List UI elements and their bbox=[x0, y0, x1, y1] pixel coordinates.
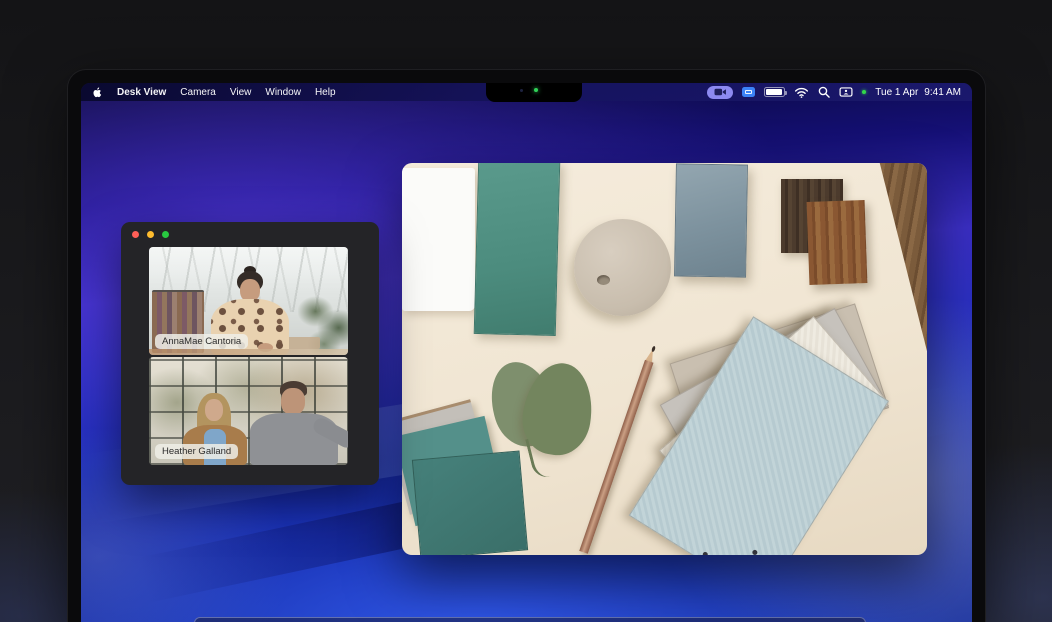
desktop-setup-photo: Desk View Camera View Window Help bbox=[0, 0, 1052, 622]
zoom-button[interactable] bbox=[162, 231, 169, 238]
face bbox=[281, 388, 305, 415]
apple-menu-icon[interactable] bbox=[92, 87, 103, 98]
swatch-grommet bbox=[702, 551, 709, 555]
video-tile-heather[interactable]: Heather Galland bbox=[149, 357, 348, 465]
wifi-icon[interactable] bbox=[794, 87, 809, 98]
menu-bar-status-items: Tue 1 Apr 9:41 AM bbox=[707, 86, 961, 99]
pencil-body bbox=[579, 360, 653, 554]
white-paper bbox=[402, 168, 475, 311]
green-tile bbox=[474, 163, 561, 336]
date-label: Tue 1 Apr bbox=[875, 87, 918, 98]
app-menu-desk-view[interactable]: Desk View bbox=[117, 87, 166, 98]
menu-camera[interactable]: Camera bbox=[180, 87, 216, 98]
screen-mirroring-icon[interactable] bbox=[742, 87, 755, 97]
blue-gray-tile bbox=[674, 163, 748, 277]
screen-sharing-icon[interactable] bbox=[839, 87, 853, 97]
time-label: 9:41 AM bbox=[924, 87, 961, 98]
felt-hole bbox=[597, 275, 610, 285]
desk-view-camera-indicator-icon[interactable] bbox=[707, 86, 733, 99]
spotlight-search-icon[interactable] bbox=[818, 86, 830, 98]
felt-circle-sample bbox=[574, 219, 671, 316]
close-button[interactable] bbox=[132, 231, 139, 238]
battery-icon[interactable] bbox=[764, 87, 785, 97]
video-call-window[interactable]: AnnaMae Cantoria bbox=[121, 222, 379, 485]
menu-window[interactable]: Window bbox=[265, 87, 301, 98]
facetime-camera-lens bbox=[520, 89, 523, 92]
camera-in-use-led bbox=[534, 88, 538, 92]
participant-man bbox=[246, 381, 342, 465]
participant-name-badge: Heather Galland bbox=[155, 444, 238, 459]
face bbox=[205, 399, 223, 421]
camera-active-dot bbox=[862, 90, 866, 94]
menu-view[interactable]: View bbox=[230, 87, 252, 98]
desk-view-window[interactable] bbox=[402, 163, 927, 555]
desk-ledge bbox=[149, 349, 348, 355]
minimize-button[interactable] bbox=[147, 231, 154, 238]
desktop-wallpaper: Desk View Camera View Window Help bbox=[81, 83, 972, 622]
video-tile-annamae[interactable]: AnnaMae Cantoria bbox=[149, 247, 348, 355]
menu-help[interactable]: Help bbox=[315, 87, 336, 98]
macbook-display: Desk View Camera View Window Help bbox=[68, 70, 985, 622]
brown-wood-sample bbox=[807, 200, 868, 285]
background-window-edge[interactable] bbox=[194, 617, 866, 622]
swatch-grommet bbox=[752, 549, 759, 555]
participant-name-badge: AnnaMae Cantoria bbox=[155, 334, 248, 349]
participant-tiles: AnnaMae Cantoria bbox=[149, 247, 348, 465]
window-traffic-lights bbox=[132, 231, 169, 238]
display-notch bbox=[486, 83, 582, 102]
menu-bar-clock[interactable]: Tue 1 Apr 9:41 AM bbox=[875, 87, 961, 98]
teal-tile-front bbox=[412, 450, 528, 555]
